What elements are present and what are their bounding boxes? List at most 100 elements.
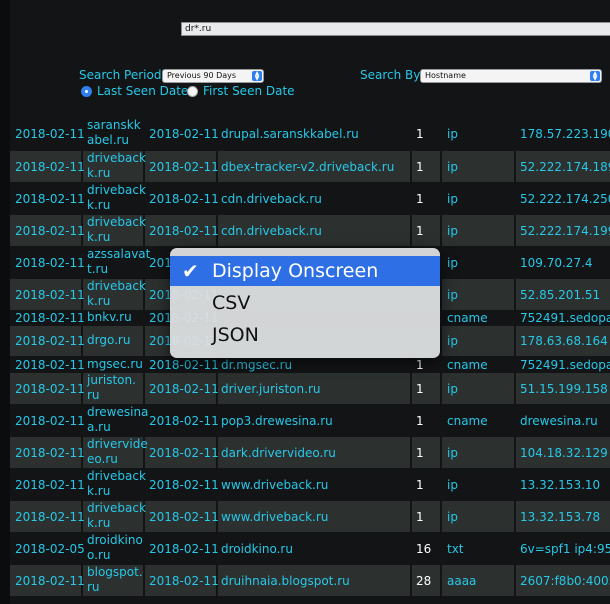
last-seen-text: 2018-02-11 <box>15 192 85 206</box>
hostname-text: www.driveback.ru <box>221 478 329 492</box>
domain-text: driveback <box>87 151 146 165</box>
count-text: 1 <box>416 358 424 372</box>
search-period-label: Search Period <box>79 68 162 82</box>
domain-text: driveback <box>87 183 146 197</box>
domain-text: drgo.ru <box>87 333 131 347</box>
first-seen-text: 2018-02-11 <box>149 542 219 556</box>
domain-text: k.ru <box>87 198 111 212</box>
value-text: drewesina.ru <box>520 414 598 428</box>
domain-text: driveback <box>87 501 146 515</box>
search-input[interactable]: dr*.ru <box>181 22 610 36</box>
menu-item-json[interactable]: JSON <box>170 320 440 350</box>
table-row[interactable]: 2018-02-11 2018-02-11 cdn.driveback.ru 1 ip 5… <box>10 183 610 214</box>
type-text: cname <box>447 358 488 372</box>
last-seen-text: 2018-02-11 <box>15 160 85 174</box>
domain-text: k.ru <box>87 484 111 498</box>
value-text: 52.85.201.51 <box>520 288 601 302</box>
first-seen-text: 2018-02-11 <box>149 446 219 460</box>
domain-text: k.ru <box>87 294 111 308</box>
search-period-select[interactable]: Previous 90 Days ▲ ▼ <box>162 69 264 83</box>
type-text: ip <box>447 127 458 141</box>
menu-item-display-onscreen[interactable]: ✔ Display Onscreen <box>170 256 440 286</box>
count-text: 1 <box>416 510 424 524</box>
type-text: cname <box>447 311 488 325</box>
search-by-label: Search By <box>360 68 421 82</box>
type-text: ip <box>447 334 458 348</box>
hostname-text: cdn.driveback.ru <box>221 192 322 206</box>
domain-text: k.ru <box>87 166 111 180</box>
first-seen-text: 2018-02-11 <box>149 224 219 238</box>
last-seen-text: 2018-02-11 <box>15 510 85 524</box>
domain-text: k.ru <box>87 516 111 530</box>
checkmark-icon: ✔ <box>182 259 199 283</box>
value-text: 52.222.174.250 <box>520 192 610 206</box>
last-seen-text: 2018-02-11 <box>15 574 85 588</box>
table-row[interactable]: 2018-02-11 2018-02-11 pop3.drewesina.ru 1 cn… <box>10 405 610 436</box>
domain-text: droidkino <box>87 533 143 547</box>
count-text: 1 <box>416 192 424 206</box>
last-seen-text: 2018-02-11 <box>15 311 85 325</box>
table-row[interactable]: 2018-02-11 2018-02-11 driver.juriston.ru 1 i… <box>10 373 610 404</box>
export-dropdown-menu[interactable]: ✔ Display Onscreen CSV JSON <box>170 248 440 358</box>
type-text: ip <box>447 382 458 396</box>
value-text: 104.18.32.129 <box>520 446 608 460</box>
count-text: 1 <box>416 382 424 396</box>
hostname-text: dr.mgsec.ru <box>221 358 293 372</box>
table-row[interactable]: 2018-02-05 2018-02-11 droidkino.ru 16 txt 6v=… <box>10 533 610 564</box>
hostname-text: dbex-tracker-v2.driveback.ru <box>221 160 395 174</box>
type-text: ip <box>447 288 458 302</box>
count-text: 1 <box>416 224 424 238</box>
value-text: 52.222.174.189 <box>520 160 610 174</box>
select-arrows-icon: ▲ ▼ <box>590 71 600 82</box>
value-text: 752491.sedopark <box>520 358 610 372</box>
domain-text: k.ru <box>87 230 111 244</box>
domain-text: drivervide <box>87 437 148 451</box>
first-seen-text: 2018-02-11 <box>149 358 219 372</box>
table-row[interactable]: 2018-02-11 2018-02-11 druihnaia.blogspot.r… <box>10 565 610 596</box>
value-text: 52.222.174.199 <box>520 224 610 238</box>
table-row[interactable]: 2018-02-11 2018-02-11 drupal.saranskkabel.… <box>10 118 610 149</box>
table-row[interactable]: 2018-02-11 2018-02-11 dark.drivervideo.ru 1… <box>10 437 610 468</box>
value-text: 752491.sedopark <box>520 311 610 325</box>
table-row[interactable]: 2018-02-11 2018-02-11 dr.mgsec.ru 1 cname 752… <box>10 357 610 373</box>
last-seen-text: 2018-02-11 <box>15 414 85 428</box>
search-by-select[interactable]: Hostname ▲ ▼ <box>420 69 602 83</box>
table-row[interactable]: 2018-02-11 2018-02-11 dbex-tracker-v2.driv… <box>10 151 610 182</box>
radio-first-seen[interactable] <box>187 86 198 97</box>
hostname-text: www.driveback.ru <box>221 510 329 524</box>
table-row[interactable]: 2018-02-11 2018-02-11 cdn.driveback.ru 1 ip 5… <box>10 215 610 246</box>
type-text: cname <box>447 414 488 428</box>
value-text: 13.32.153.78 <box>520 510 601 524</box>
type-text: ip <box>447 446 458 460</box>
radio-last-seen[interactable] <box>81 86 92 97</box>
value-text: 109.70.27.4 <box>520 256 593 270</box>
last-seen-text: 2018-02-11 <box>15 127 85 141</box>
table-row[interactable]: 2018-02-11 2018-02-11 www.driveback.ru 1 ip 1… <box>10 469 610 500</box>
menu-item-csv[interactable]: CSV <box>170 288 440 318</box>
first-seen-text: 2018-02-11 <box>149 127 219 141</box>
first-seen-text: 2018-02-11 <box>149 414 219 428</box>
domain-text: eo.ru <box>87 452 118 466</box>
first-seen-text: 2018-02-11 <box>149 382 219 396</box>
type-text: ip <box>447 192 458 206</box>
type-text: ip <box>447 224 458 238</box>
select-arrows-icon: ▲ ▼ <box>252 71 262 82</box>
count-text: 1 <box>416 414 424 428</box>
table-row[interactable]: 2018-02-11 2018-02-11 www.driveback.ru 1 ip 1… <box>10 501 610 532</box>
hostname-text: druihnaia.blogspot.ru <box>221 574 350 588</box>
count-text: 1 <box>416 160 424 174</box>
domain-text: driveback <box>87 279 146 293</box>
value-text: 178.57.223.190 <box>520 127 610 141</box>
count-text: 28 <box>416 574 432 588</box>
count-text: 1 <box>416 446 424 460</box>
first-seen-text: 2018-02-11 <box>149 160 219 174</box>
last-seen-text: 2018-02-11 <box>15 224 85 238</box>
domain-text: driveback <box>87 469 146 483</box>
type-text: aaaa <box>447 574 477 588</box>
domain-text: juriston. <box>87 373 136 387</box>
domain-text: mgsec.ru <box>87 357 143 371</box>
hostname-text: cdn.driveback.ru <box>221 224 322 238</box>
type-text: ip <box>447 478 458 492</box>
domain-text: driveback <box>87 215 146 229</box>
value-text: 6v=spf1 ip4:95.2 <box>520 542 610 556</box>
